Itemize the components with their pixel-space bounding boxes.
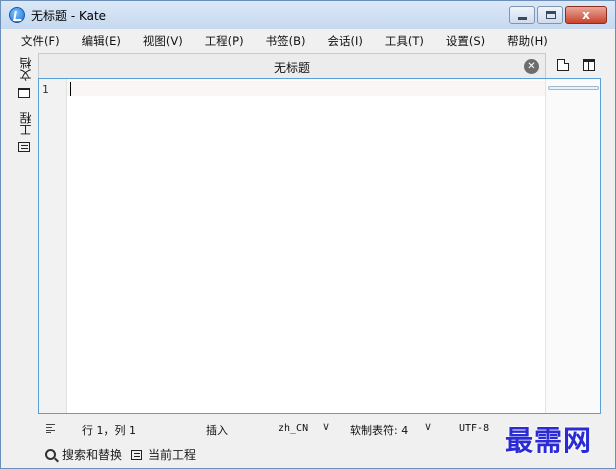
text-editor[interactable]: 1 bbox=[38, 78, 601, 414]
search-replace-button[interactable]: 搜索和替换 bbox=[45, 446, 122, 463]
sidebar-documents-tab[interactable]: 文档 bbox=[17, 57, 34, 81]
split-view-icon[interactable] bbox=[583, 59, 595, 71]
window-controls: x bbox=[509, 6, 607, 24]
text-cursor bbox=[70, 82, 71, 96]
line-number-gutter: 1 bbox=[39, 79, 67, 413]
tab-close-icon[interactable]: ✕ bbox=[524, 59, 539, 74]
chevron-down-icon[interactable]: ∨ bbox=[322, 420, 330, 433]
close-window-button[interactable]: x bbox=[565, 6, 607, 24]
tab-untitled[interactable]: 无标题 bbox=[39, 59, 545, 76]
minimap-scrollbar[interactable] bbox=[545, 79, 600, 413]
menu-tools[interactable]: 工具(T) bbox=[373, 31, 434, 51]
menu-file[interactable]: 文件(F) bbox=[9, 31, 70, 51]
input-mode[interactable]: 插入 bbox=[206, 422, 228, 438]
line-number: 1 bbox=[42, 83, 49, 96]
kate-app-icon bbox=[9, 7, 25, 23]
word-count-icon[interactable] bbox=[46, 424, 55, 433]
maximize-icon bbox=[546, 11, 556, 19]
sidebar-projects-tab[interactable]: 工程 bbox=[17, 112, 34, 136]
document-tab-bar: 无标题 ✕ bbox=[38, 53, 546, 78]
cursor-position[interactable]: 行 1，列 1 bbox=[82, 422, 136, 438]
maximize-button[interactable] bbox=[537, 6, 563, 24]
search-icon bbox=[45, 449, 56, 460]
menu-settings[interactable]: 设置(S) bbox=[434, 31, 495, 51]
menu-bar: 文件(F) 编辑(E) 视图(V) 工程(P) 书签(B) 会话(I) 工具(T… bbox=[9, 31, 558, 51]
chevron-down-icon[interactable]: ∨ bbox=[424, 420, 432, 433]
menu-help[interactable]: 帮助(H) bbox=[495, 31, 558, 51]
menu-edit[interactable]: 编辑(E) bbox=[70, 31, 131, 51]
title-bar[interactable]: 无标题 - Kate x bbox=[1, 1, 615, 29]
indent-settings[interactable]: 软制表符: 4 bbox=[350, 422, 408, 438]
project-list-icon[interactable] bbox=[18, 142, 30, 152]
menu-view[interactable]: 视图(V) bbox=[131, 31, 193, 51]
encoding-selector[interactable]: UTF-8 bbox=[459, 423, 489, 434]
current-project-button[interactable]: 当前工程 bbox=[131, 446, 196, 463]
minimap-slider[interactable] bbox=[548, 86, 599, 90]
minimize-icon bbox=[518, 17, 527, 20]
project-icon bbox=[131, 449, 142, 460]
close-icon: x bbox=[582, 8, 590, 22]
current-project-label: 当前工程 bbox=[148, 448, 197, 462]
watermark-logo: 最需网 bbox=[505, 424, 593, 457]
menu-sessions[interactable]: 会话(I) bbox=[315, 31, 372, 51]
window-title: 无标题 - Kate bbox=[31, 9, 107, 23]
new-document-icon[interactable] bbox=[557, 59, 569, 71]
menu-bookmarks[interactable]: 书签(B) bbox=[254, 31, 316, 51]
minimize-button[interactable] bbox=[509, 6, 535, 24]
search-replace-label: 搜索和替换 bbox=[62, 448, 123, 462]
folder-icon[interactable] bbox=[18, 88, 30, 98]
current-line-highlight bbox=[67, 81, 545, 96]
left-sidebar: 文档 工程 bbox=[15, 55, 35, 165]
menu-projects[interactable]: 工程(P) bbox=[193, 31, 254, 51]
kate-window: 无标题 - Kate x 文件(F) 编辑(E) 视图(V) 工程(P) 书签(… bbox=[0, 0, 616, 469]
dictionary-selector[interactable]: zh_CN bbox=[278, 423, 308, 434]
